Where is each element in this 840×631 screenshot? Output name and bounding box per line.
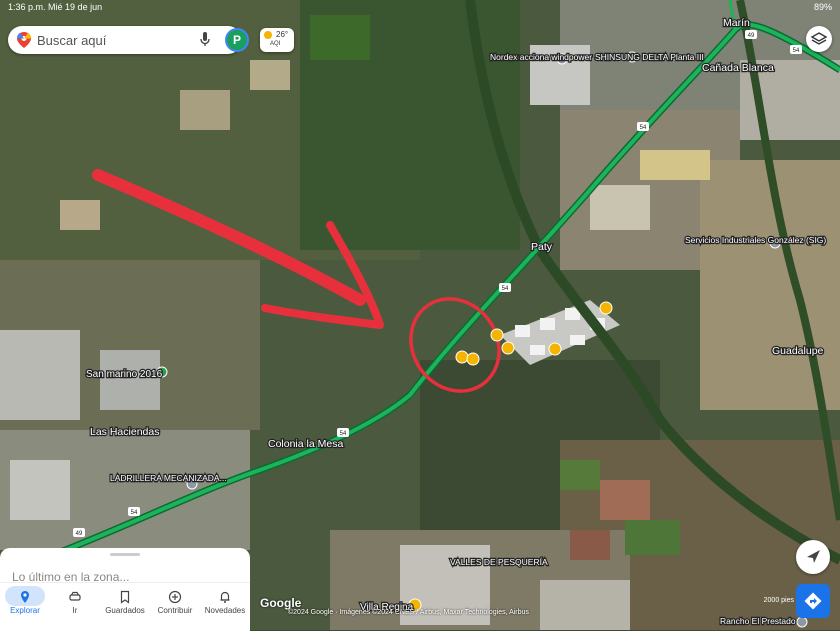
place-label-las-haciendas[interactable]: Las Haciendas: [89, 425, 161, 440]
status-bar: 1:36 p.m. Mié 19 de jun 89%: [0, 0, 840, 14]
pin-icon: [21, 591, 29, 603]
weather-icon: [264, 31, 272, 39]
star-marker[interactable]: [490, 328, 504, 342]
place-label-colonia-la-mesa[interactable]: Colonia la Mesa: [267, 437, 345, 452]
svg-text:49: 49: [748, 33, 755, 39]
plus-circle-icon: [168, 590, 182, 604]
tab-guardados[interactable]: Guardados: [100, 583, 150, 631]
svg-text:54: 54: [340, 431, 347, 437]
tab-ir[interactable]: Ir: [50, 583, 100, 631]
star-marker[interactable]: [455, 350, 469, 364]
aqi-label: AQI: [270, 41, 281, 47]
maps-logo-icon: [17, 32, 31, 48]
weather-chip[interactable]: 26° AQI: [260, 28, 294, 52]
satellite-map[interactable]: 49 54 54 54 54 49 54 Marín Cañada Blanca…: [0, 0, 840, 630]
layers-button[interactable]: [806, 26, 832, 52]
place-label-ladrillera[interactable]: LADRILLERA MECANIZADA...: [109, 472, 228, 485]
status-date: Mié 19 de jun: [48, 2, 103, 12]
place-label-valles-pesqueria[interactable]: VALLES DE PESQUERÍA: [449, 556, 549, 569]
navigation-arrow-icon: [807, 550, 820, 563]
svg-text:49: 49: [76, 531, 83, 537]
star-marker[interactable]: [501, 341, 515, 355]
weather-temp: 26°: [276, 30, 289, 39]
place-label-nordex[interactable]: Nordex acciona windpower: [489, 51, 594, 64]
directions-icon: [804, 592, 822, 610]
status-time-date: 1:36 p.m. Mié 19 de jun: [8, 2, 102, 12]
tab-label: Explorar: [10, 606, 40, 615]
bell-icon: [220, 591, 230, 603]
tab-label: Ir: [72, 606, 78, 615]
search-bar[interactable]: Buscar aquí P: [8, 26, 249, 54]
star-marker[interactable]: [466, 352, 480, 366]
battery-level: 89%: [813, 2, 832, 12]
place-label-nordex-text: Nordex acciona windpower: [490, 52, 592, 62]
profile-avatar[interactable]: P: [225, 28, 249, 52]
tab-label: Guardados: [105, 606, 145, 615]
tab-label: Contribuir: [157, 606, 193, 615]
star-marker[interactable]: [548, 342, 562, 356]
place-label-guadalupe[interactable]: Guadalupe: [771, 344, 825, 359]
directions-button[interactable]: [796, 584, 830, 618]
status-time: 1:36 p.m.: [8, 2, 46, 12]
svg-text:54: 54: [793, 48, 800, 54]
star-marker[interactable]: [599, 301, 613, 315]
tab-explorar[interactable]: Explorar: [0, 583, 50, 631]
svg-text:54: 54: [640, 125, 647, 131]
microphone-icon[interactable]: [200, 32, 210, 48]
place-label-shinsung[interactable]: SHINSUNG DELTA Planta III: [594, 51, 705, 64]
layers-icon: [810, 32, 828, 45]
search-input[interactable]: Buscar aquí: [37, 33, 106, 48]
place-label-san-marino[interactable]: San marino 2016: [85, 368, 164, 382]
sheet-drag-handle[interactable]: [110, 553, 140, 556]
tab-contribuir[interactable]: Contribuir: [150, 583, 200, 631]
place-label-sig[interactable]: Servicios Industriales González (SIG): [684, 234, 828, 247]
car-icon: [69, 591, 81, 601]
place-label-marin[interactable]: Marín: [722, 16, 752, 31]
tab-novedades[interactable]: Novedades: [200, 583, 250, 631]
place-pin-rancho[interactable]: [796, 616, 808, 628]
place-label-rancho-el-prestado[interactable]: Rancho El Prestado: [719, 615, 797, 628]
tab-label: Novedades: [204, 606, 246, 615]
bookmark-icon: [120, 590, 130, 604]
svg-text:54: 54: [131, 510, 138, 516]
svg-text:54: 54: [502, 286, 509, 292]
my-location-button[interactable]: [796, 540, 830, 574]
bottom-tab-bar: Explorar Ir Guardados Contribuir Novedad…: [0, 582, 250, 631]
place-label-canada-blanca[interactable]: Cañada Blanca: [701, 61, 775, 76]
place-label-paty[interactable]: Paty: [530, 240, 554, 255]
google-logo: Google: [260, 596, 302, 610]
scale-label: 2000 pies: [763, 597, 794, 604]
attribution-text[interactable]: ©2024 Google · Imágenes ©2024 CNES / Air…: [288, 609, 529, 616]
